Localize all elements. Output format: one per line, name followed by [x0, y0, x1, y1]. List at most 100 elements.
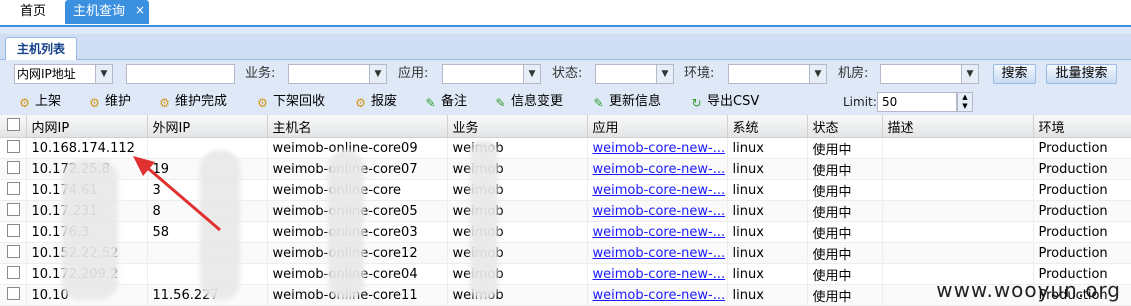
table-cell: [882, 200, 1034, 222]
row-checkbox[interactable]: [0, 221, 27, 243]
row-checkbox[interactable]: [0, 284, 27, 306]
tab-host-list[interactable]: 主机列表: [5, 37, 77, 60]
scrap-button[interactable]: ⚙ 报废: [353, 92, 397, 112]
table-cell: Production: [1033, 200, 1131, 222]
maintain-done-button[interactable]: ⚙ 维护完成: [157, 92, 227, 112]
table-cell: weimob: [447, 284, 588, 306]
tab-host-query[interactable]: 主机查询 ×: [65, 0, 149, 24]
table-cell[interactable]: weimob-core-new-...: [587, 179, 728, 201]
limit-input[interactable]: 50: [877, 92, 957, 112]
row-checkbox[interactable]: [0, 263, 27, 285]
toolbar-label: 维护: [105, 94, 132, 109]
search-button[interactable]: 搜索: [993, 64, 1036, 84]
table-cell: weimob: [447, 221, 588, 243]
table-cell: [882, 221, 1034, 243]
limit-spinner[interactable]: ▲ ▼: [957, 92, 973, 112]
chevron-down-icon: ▼: [369, 65, 386, 83]
table-cell: weimob: [447, 263, 588, 285]
rack-on-button[interactable]: ⚙ 上架: [17, 92, 61, 112]
table-cell: weimob: [447, 137, 588, 159]
col-header[interactable]: 业务: [447, 115, 588, 138]
col-header[interactable]: 描述: [882, 115, 1034, 138]
table-cell: weimob: [447, 242, 588, 264]
app-label: 应用:: [398, 66, 429, 81]
tab-host-query-label: 主机查询: [73, 4, 126, 19]
tab-home[interactable]: 首页: [20, 0, 46, 24]
search-input[interactable]: [126, 64, 235, 84]
app-select[interactable]: ▼: [442, 64, 541, 84]
spin-down-icon[interactable]: ▼: [958, 102, 972, 111]
gear-icon: ⚙: [257, 96, 268, 110]
close-icon[interactable]: ×: [135, 0, 145, 22]
table-cell: linux: [727, 179, 808, 201]
env-select[interactable]: ▼: [728, 64, 827, 84]
table-cell: [882, 179, 1034, 201]
gear-icon: ⚙: [159, 96, 170, 110]
row-checkbox[interactable]: [0, 137, 27, 159]
table-cell: 使用中: [807, 284, 883, 306]
table-cell: Production: [1033, 179, 1131, 201]
chevron-down-icon: ▼: [961, 65, 978, 83]
room-select[interactable]: ▼: [880, 64, 979, 84]
table-cell[interactable]: weimob-core-new-...: [587, 263, 728, 285]
status-label: 状态:: [552, 66, 583, 81]
room-label: 机房:: [838, 66, 869, 81]
select-all-checkbox[interactable]: [0, 115, 27, 138]
toolbar-label: 上架: [35, 94, 62, 109]
field-select[interactable]: 内网IP地址 ▼: [14, 64, 113, 84]
row-checkbox[interactable]: [0, 179, 27, 201]
edit-icon: ✎: [495, 96, 506, 110]
row-checkbox[interactable]: [0, 200, 27, 222]
col-header[interactable]: 环境: [1033, 115, 1131, 138]
col-header[interactable]: 内网IP: [26, 115, 148, 138]
toolbar-label: 更新信息: [609, 94, 662, 109]
info-change-button[interactable]: ✎ 信息变更: [493, 92, 563, 112]
table-row[interactable]: 10.152.22.52weimob-online-core12weimobwe…: [0, 242, 1131, 264]
row-checkbox[interactable]: [0, 242, 27, 264]
col-header[interactable]: 外网IP: [147, 115, 268, 138]
spin-up-icon[interactable]: ▲: [958, 93, 972, 102]
business-label: 业务:: [245, 66, 276, 81]
table-cell: [882, 242, 1034, 264]
table-cell: 使用中: [807, 263, 883, 285]
business-select[interactable]: ▼: [288, 64, 387, 84]
table-cell: linux: [727, 137, 808, 159]
table-cell: 使用中: [807, 242, 883, 264]
table-cell: linux: [727, 158, 808, 180]
table-cell: linux: [727, 242, 808, 264]
table-cell: [882, 158, 1034, 180]
table-cell: Production: [1033, 137, 1131, 159]
redaction-blur: [328, 150, 364, 300]
update-info-button[interactable]: ✎ 更新信息: [591, 92, 661, 112]
col-header[interactable]: 系统: [727, 115, 808, 138]
status-select[interactable]: ▼: [595, 64, 674, 84]
table-cell: Production: [1033, 221, 1131, 243]
note-button[interactable]: ✎ 备注: [423, 92, 467, 112]
env-label: 环境:: [684, 66, 715, 81]
toolbar-label: 下架回收: [273, 94, 326, 109]
rack-off-button[interactable]: ⚙ 下架回收: [255, 92, 325, 112]
gear-icon: ⚙: [89, 96, 100, 110]
gear-icon: ⚙: [19, 96, 30, 110]
table-cell: 使用中: [807, 200, 883, 222]
refresh-icon: ↻: [691, 96, 702, 110]
maintain-button[interactable]: ⚙ 维护: [87, 92, 131, 112]
table-cell: Production: [1033, 158, 1131, 180]
table-cell[interactable]: weimob-core-new-...: [587, 242, 728, 264]
redaction-blur: [470, 140, 498, 300]
export-csv-button[interactable]: ↻ 导出CSV: [689, 92, 759, 112]
edit-icon: ✎: [425, 96, 436, 110]
row-checkbox[interactable]: [0, 158, 27, 180]
col-header[interactable]: 主机名: [267, 115, 448, 138]
table-cell[interactable]: weimob-core-new-...: [587, 200, 728, 222]
table-cell[interactable]: weimob-core-new-...: [587, 221, 728, 243]
table-cell: Production: [1033, 242, 1131, 264]
table-cell[interactable]: weimob-core-new-...: [587, 158, 728, 180]
col-header[interactable]: 应用: [587, 115, 728, 138]
table-cell[interactable]: weimob-core-new-...: [587, 284, 728, 306]
field-select-value: 内网IP地址: [17, 67, 76, 81]
col-header[interactable]: 状态: [807, 115, 883, 138]
batch-search-button[interactable]: 批量搜索: [1046, 64, 1117, 84]
search-bar: 内网IP地址 ▼ 业务: ▼ 应用: ▼ 状态: ▼ 环境: ▼ 机房: ▼ 搜…: [0, 61, 1131, 89]
table-cell[interactable]: weimob-core-new-...: [587, 137, 728, 159]
